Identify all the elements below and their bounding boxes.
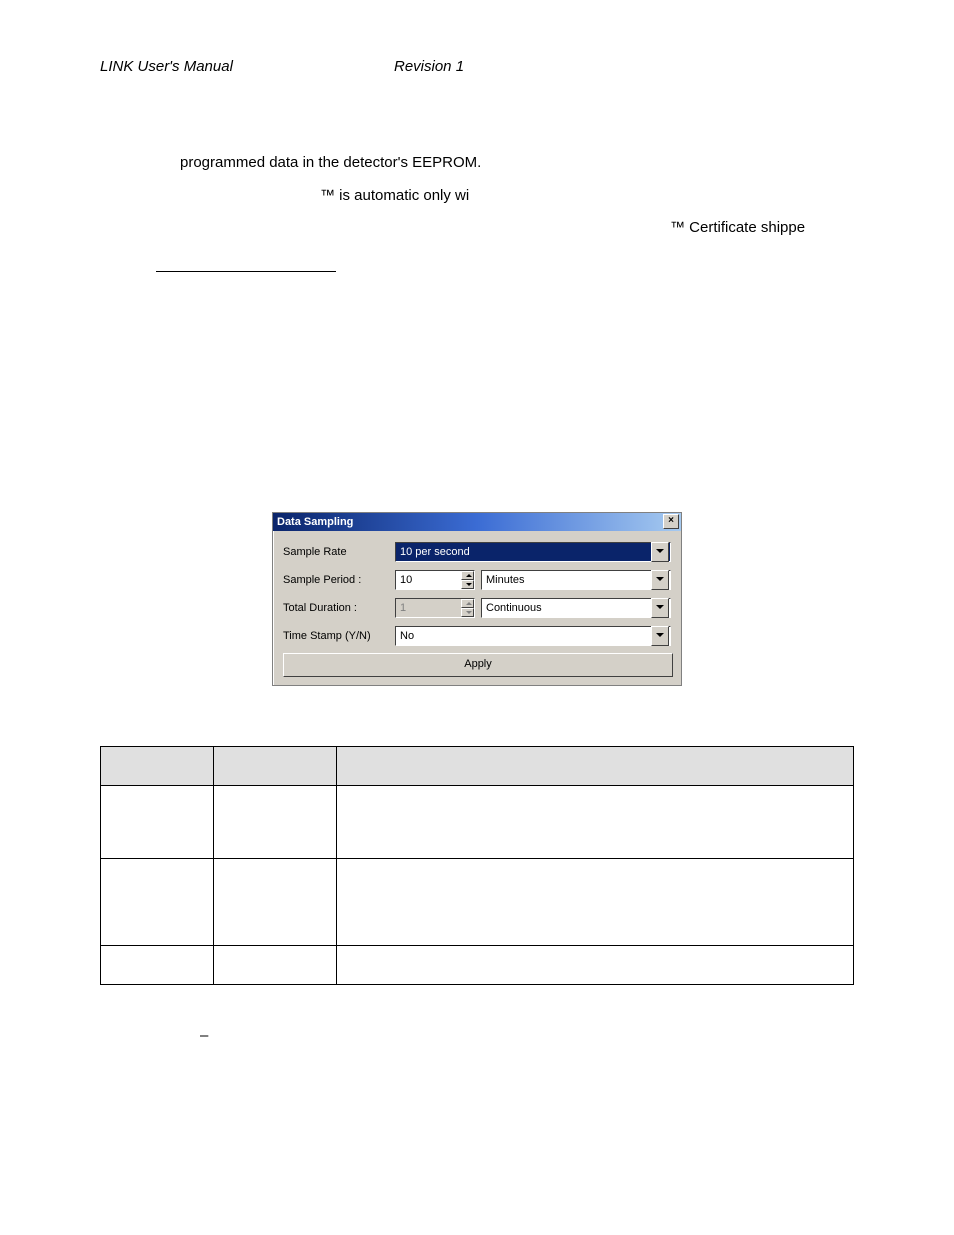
table-cell — [101, 858, 214, 945]
table-header-row — [101, 746, 854, 785]
table-cell — [101, 785, 214, 858]
page-header: LINK User's Manual Revision 1 — [100, 58, 854, 75]
table-header-cell — [101, 746, 214, 785]
data-sampling-dialog: Data Sampling × Sample Rate 10 per secon… — [272, 512, 682, 686]
chevron-down-icon[interactable] — [651, 570, 669, 590]
time-stamp-label: Time Stamp (Y/N) — [283, 630, 395, 642]
sample-period-input[interactable] — [396, 571, 461, 589]
chevron-down-icon[interactable] — [651, 598, 669, 618]
body-line-1: programmed data in the detector's EEPROM… — [180, 149, 854, 178]
time-stamp-dropdown[interactable]: No — [395, 626, 671, 646]
body-line-2: ™ is automatic only wi — [320, 182, 854, 211]
table-row — [101, 945, 854, 984]
total-duration-input — [396, 599, 461, 617]
sample-period-unit: Minutes — [482, 572, 650, 588]
sample-period-label: Sample Period : — [283, 574, 395, 586]
close-icon[interactable]: × — [663, 514, 679, 529]
spinner-up-icon[interactable] — [461, 571, 474, 580]
table-header-cell — [214, 746, 337, 785]
table-cell — [337, 858, 854, 945]
total-duration-unit: Continuous — [482, 600, 650, 616]
total-duration-unit-dropdown[interactable]: Continuous — [481, 598, 671, 618]
dialog-title: Data Sampling — [277, 516, 353, 528]
apply-button[interactable]: Apply — [283, 653, 673, 677]
table-row — [101, 785, 854, 858]
table-cell — [214, 785, 337, 858]
table-cell — [337, 945, 854, 984]
sample-rate-dropdown[interactable]: 10 per second — [395, 542, 671, 562]
table-row — [101, 858, 854, 945]
table-cell — [214, 858, 337, 945]
total-duration-spinner — [395, 598, 475, 618]
header-left: LINK User's Manual — [100, 58, 390, 75]
header-center: Revision 1 — [390, 58, 464, 75]
total-duration-label: Total Duration : — [283, 602, 395, 614]
table-cell — [101, 945, 214, 984]
section-rule — [156, 271, 336, 272]
table-cell — [214, 945, 337, 984]
spinner-up-icon — [461, 599, 474, 608]
dialog-titlebar: Data Sampling × — [273, 513, 681, 531]
table-header-cell — [337, 746, 854, 785]
spinner-down-icon[interactable] — [461, 580, 474, 589]
chevron-down-icon[interactable] — [651, 626, 669, 646]
sample-period-unit-dropdown[interactable]: Minutes — [481, 570, 671, 590]
time-stamp-value: No — [396, 628, 650, 644]
table-cell — [337, 785, 854, 858]
sample-period-spinner[interactable] — [395, 570, 475, 590]
parameters-table — [100, 746, 854, 985]
body-line-3: ™ Certificate shippe — [670, 214, 854, 243]
footer-dash: – — [200, 1027, 854, 1044]
chevron-down-icon[interactable] — [651, 542, 669, 562]
spinner-down-icon — [461, 608, 474, 617]
sample-rate-label: Sample Rate — [283, 546, 395, 558]
sample-rate-value: 10 per second — [396, 544, 650, 560]
